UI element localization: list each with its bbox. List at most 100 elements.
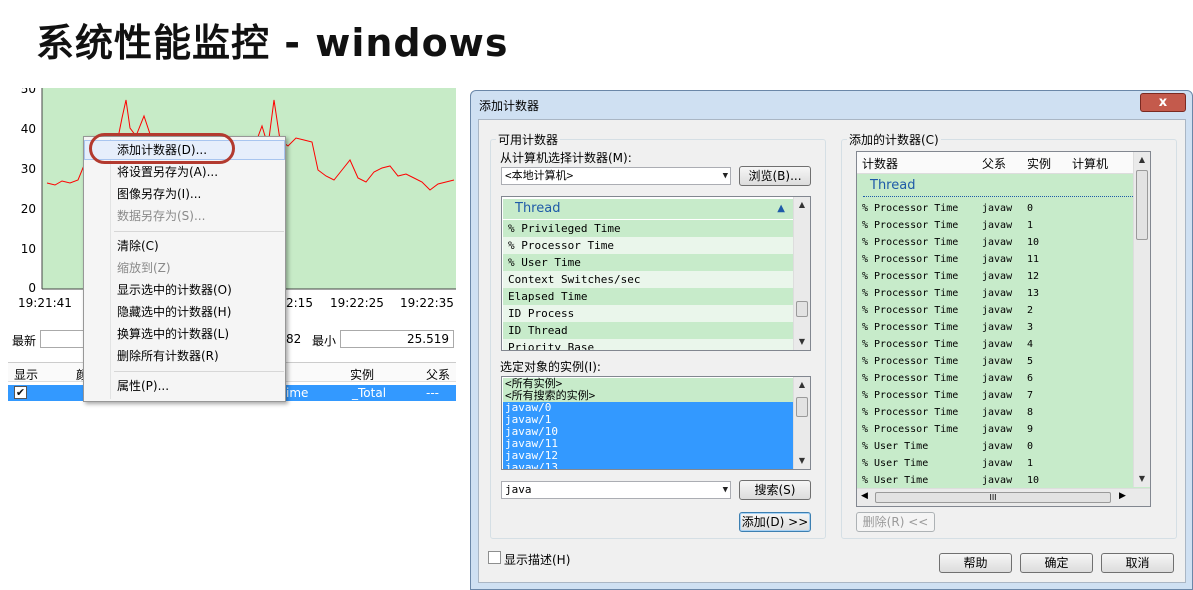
scroll-thumb[interactable]: [796, 397, 808, 417]
row-counter: % Processor Time: [862, 322, 959, 333]
counter-item[interactable]: % Processor Time: [503, 237, 793, 254]
row-instance: 11: [1027, 254, 1040, 265]
added-counter-row[interactable]: % User Time javaw 0: [857, 438, 1133, 455]
hscroll-thumb[interactable]: III: [875, 492, 1111, 503]
row-counter: % User Time: [862, 458, 929, 469]
added-counters-list[interactable]: 计数器 父系 实例 计算机 Thread % Processor Time jav…: [856, 151, 1151, 507]
added-counter-row[interactable]: % Processor Time javaw 5: [857, 353, 1133, 370]
added-counter-row[interactable]: % Processor Time javaw 13: [857, 285, 1133, 302]
counter-item[interactable]: ID Process: [503, 305, 793, 322]
menu-item-clear[interactable]: 清除(C): [84, 236, 285, 256]
x-tick: 19:21:41: [18, 296, 72, 310]
menu-item-remove-all[interactable]: 删除所有计数器(R): [84, 346, 285, 366]
added-counter-row[interactable]: % Processor Time javaw 8: [857, 404, 1133, 421]
menu-item-scale-selected[interactable]: 换算选中的计数器(L): [84, 324, 285, 344]
show-description-label[interactable]: 显示描述(H): [504, 551, 570, 568]
scroll-down-icon[interactable]: ▼: [1134, 471, 1150, 487]
counter-item[interactable]: Context Switches/sec: [503, 271, 793, 288]
row-parent: javaw: [982, 322, 1013, 333]
row-counter: % Processor Time: [862, 203, 959, 214]
show-checkbox[interactable]: ✔: [14, 386, 27, 399]
scroll-up-icon[interactable]: ▲: [1134, 152, 1150, 168]
col-parent[interactable]: 父系: [426, 366, 450, 383]
counter-list-scrollbar[interactable]: ▲ ▼: [793, 197, 810, 350]
collapse-icon[interactable]: ▲: [777, 199, 785, 219]
help-button[interactable]: 帮助: [939, 553, 1012, 573]
added-category-thread[interactable]: Thread: [858, 176, 1134, 196]
scroll-up-icon[interactable]: ▲: [794, 197, 810, 213]
available-counters-label: 可用计数器: [496, 131, 561, 148]
search-combo[interactable]: java ▼: [501, 481, 731, 499]
counter-item[interactable]: % Privileged Time: [503, 220, 793, 237]
counter-item[interactable]: ID Thread: [503, 322, 793, 339]
added-counter-row[interactable]: % Processor Time javaw 11: [857, 251, 1133, 268]
header-counter[interactable]: 计数器: [862, 155, 898, 172]
page-title: 系统性能监控 - windows: [36, 21, 509, 65]
search-combo-value: java: [505, 483, 532, 496]
instances-scrollbar[interactable]: ▲ ▼: [793, 377, 810, 469]
scroll-down-icon[interactable]: ▼: [794, 334, 810, 350]
added-counter-row[interactable]: % Processor Time javaw 2: [857, 302, 1133, 319]
instance-item[interactable]: javaw/13: [503, 462, 793, 469]
header-parent[interactable]: 父系: [982, 155, 1006, 172]
scroll-up-icon[interactable]: ▲: [794, 377, 810, 393]
close-button[interactable]: x: [1140, 93, 1186, 112]
menu-item-properties[interactable]: 属性(P)...: [84, 376, 285, 396]
counter-listbox[interactable]: Thread ▲ % Privileged Time % Processor T…: [501, 196, 811, 351]
added-counter-row[interactable]: % User Time javaw 1: [857, 455, 1133, 472]
menu-item-show-selected[interactable]: 显示选中的计数器(O): [84, 280, 285, 300]
added-counter-row[interactable]: % Processor Time javaw 3: [857, 319, 1133, 336]
header-computer[interactable]: 计算机: [1072, 155, 1108, 172]
added-counter-row[interactable]: % User Time javaw 10: [857, 472, 1133, 489]
added-counter-row[interactable]: % Processor Time javaw 12: [857, 268, 1133, 285]
x-tick: 2:15: [286, 296, 313, 310]
scroll-thumb[interactable]: [796, 301, 808, 317]
col-show[interactable]: 显示: [14, 366, 38, 383]
show-description-checkbox[interactable]: [488, 551, 501, 564]
row-instance: 12: [1027, 271, 1040, 282]
added-counter-row[interactable]: % Processor Time javaw 9: [857, 421, 1133, 438]
y-tick: 40: [20, 122, 36, 136]
cancel-button[interactable]: 取消: [1101, 553, 1174, 573]
search-button[interactable]: 搜索(S): [739, 480, 811, 500]
counter-item[interactable]: Elapsed Time: [503, 288, 793, 305]
added-counter-row[interactable]: % Processor Time javaw 10: [857, 234, 1133, 251]
row-instance: 4: [1027, 339, 1034, 350]
scroll-left-icon[interactable]: ◀: [861, 491, 868, 501]
row-parent: javaw: [982, 271, 1013, 282]
added-list-hscrollbar[interactable]: ◀ III ▶: [857, 488, 1150, 506]
added-counter-row[interactable]: % Processor Time javaw 4: [857, 336, 1133, 353]
x-tick: 19:22:35: [400, 296, 454, 310]
added-list-scrollbar[interactable]: ▲ ▼: [1133, 152, 1150, 487]
col-instance[interactable]: 实例: [350, 366, 374, 383]
computer-combo[interactable]: <本地计算机> ▼: [501, 167, 731, 185]
scroll-right-icon[interactable]: ▶: [1119, 491, 1126, 501]
scroll-down-icon[interactable]: ▼: [794, 453, 810, 469]
menu-item-zoom: 缩放到(Z): [117, 261, 171, 275]
dialog-title: 添加计数器: [479, 99, 540, 113]
added-counter-row[interactable]: % Processor Time javaw 0: [857, 200, 1133, 217]
row-parent: javaw: [982, 458, 1013, 469]
scroll-thumb[interactable]: [1136, 170, 1148, 240]
instances-listbox[interactable]: <所有实例> <所有搜索的实例> javaw/0 javaw/1 javaw/1…: [501, 376, 811, 470]
row-instance: 1: [1027, 220, 1034, 231]
menu-item-save-settings[interactable]: 将设置另存为(A)...: [84, 162, 285, 182]
menu-item-save-image[interactable]: 图像另存为(I)...: [84, 184, 285, 204]
row-parent: javaw: [982, 390, 1013, 401]
category-thread[interactable]: Thread ▲: [503, 199, 793, 219]
ok-button[interactable]: 确定: [1020, 553, 1093, 573]
add-button[interactable]: 添加(D) >>: [739, 512, 811, 532]
computer-combo-value: <本地计算机>: [505, 169, 574, 182]
added-counter-row[interactable]: % Processor Time javaw 7: [857, 387, 1133, 404]
browse-button[interactable]: 浏览(B)...: [739, 166, 811, 186]
added-counter-row[interactable]: % Processor Time javaw 6: [857, 370, 1133, 387]
latest-value: 82: [286, 332, 302, 346]
counter-item[interactable]: Priority Base: [503, 339, 793, 350]
y-tick: 30: [20, 162, 36, 176]
add-counters-dialog: 添加计数器 x 可用计数器 从计算机选择计数器(M): <本地计算机> ▼ 浏览…: [470, 90, 1193, 590]
added-counter-row[interactable]: % Processor Time javaw 1: [857, 217, 1133, 234]
menu-item-hide-selected[interactable]: 隐藏选中的计数器(H): [84, 302, 285, 322]
header-instance[interactable]: 实例: [1027, 155, 1051, 172]
instance-item[interactable]: javaw/12: [503, 450, 793, 462]
counter-item[interactable]: % User Time: [503, 254, 793, 271]
